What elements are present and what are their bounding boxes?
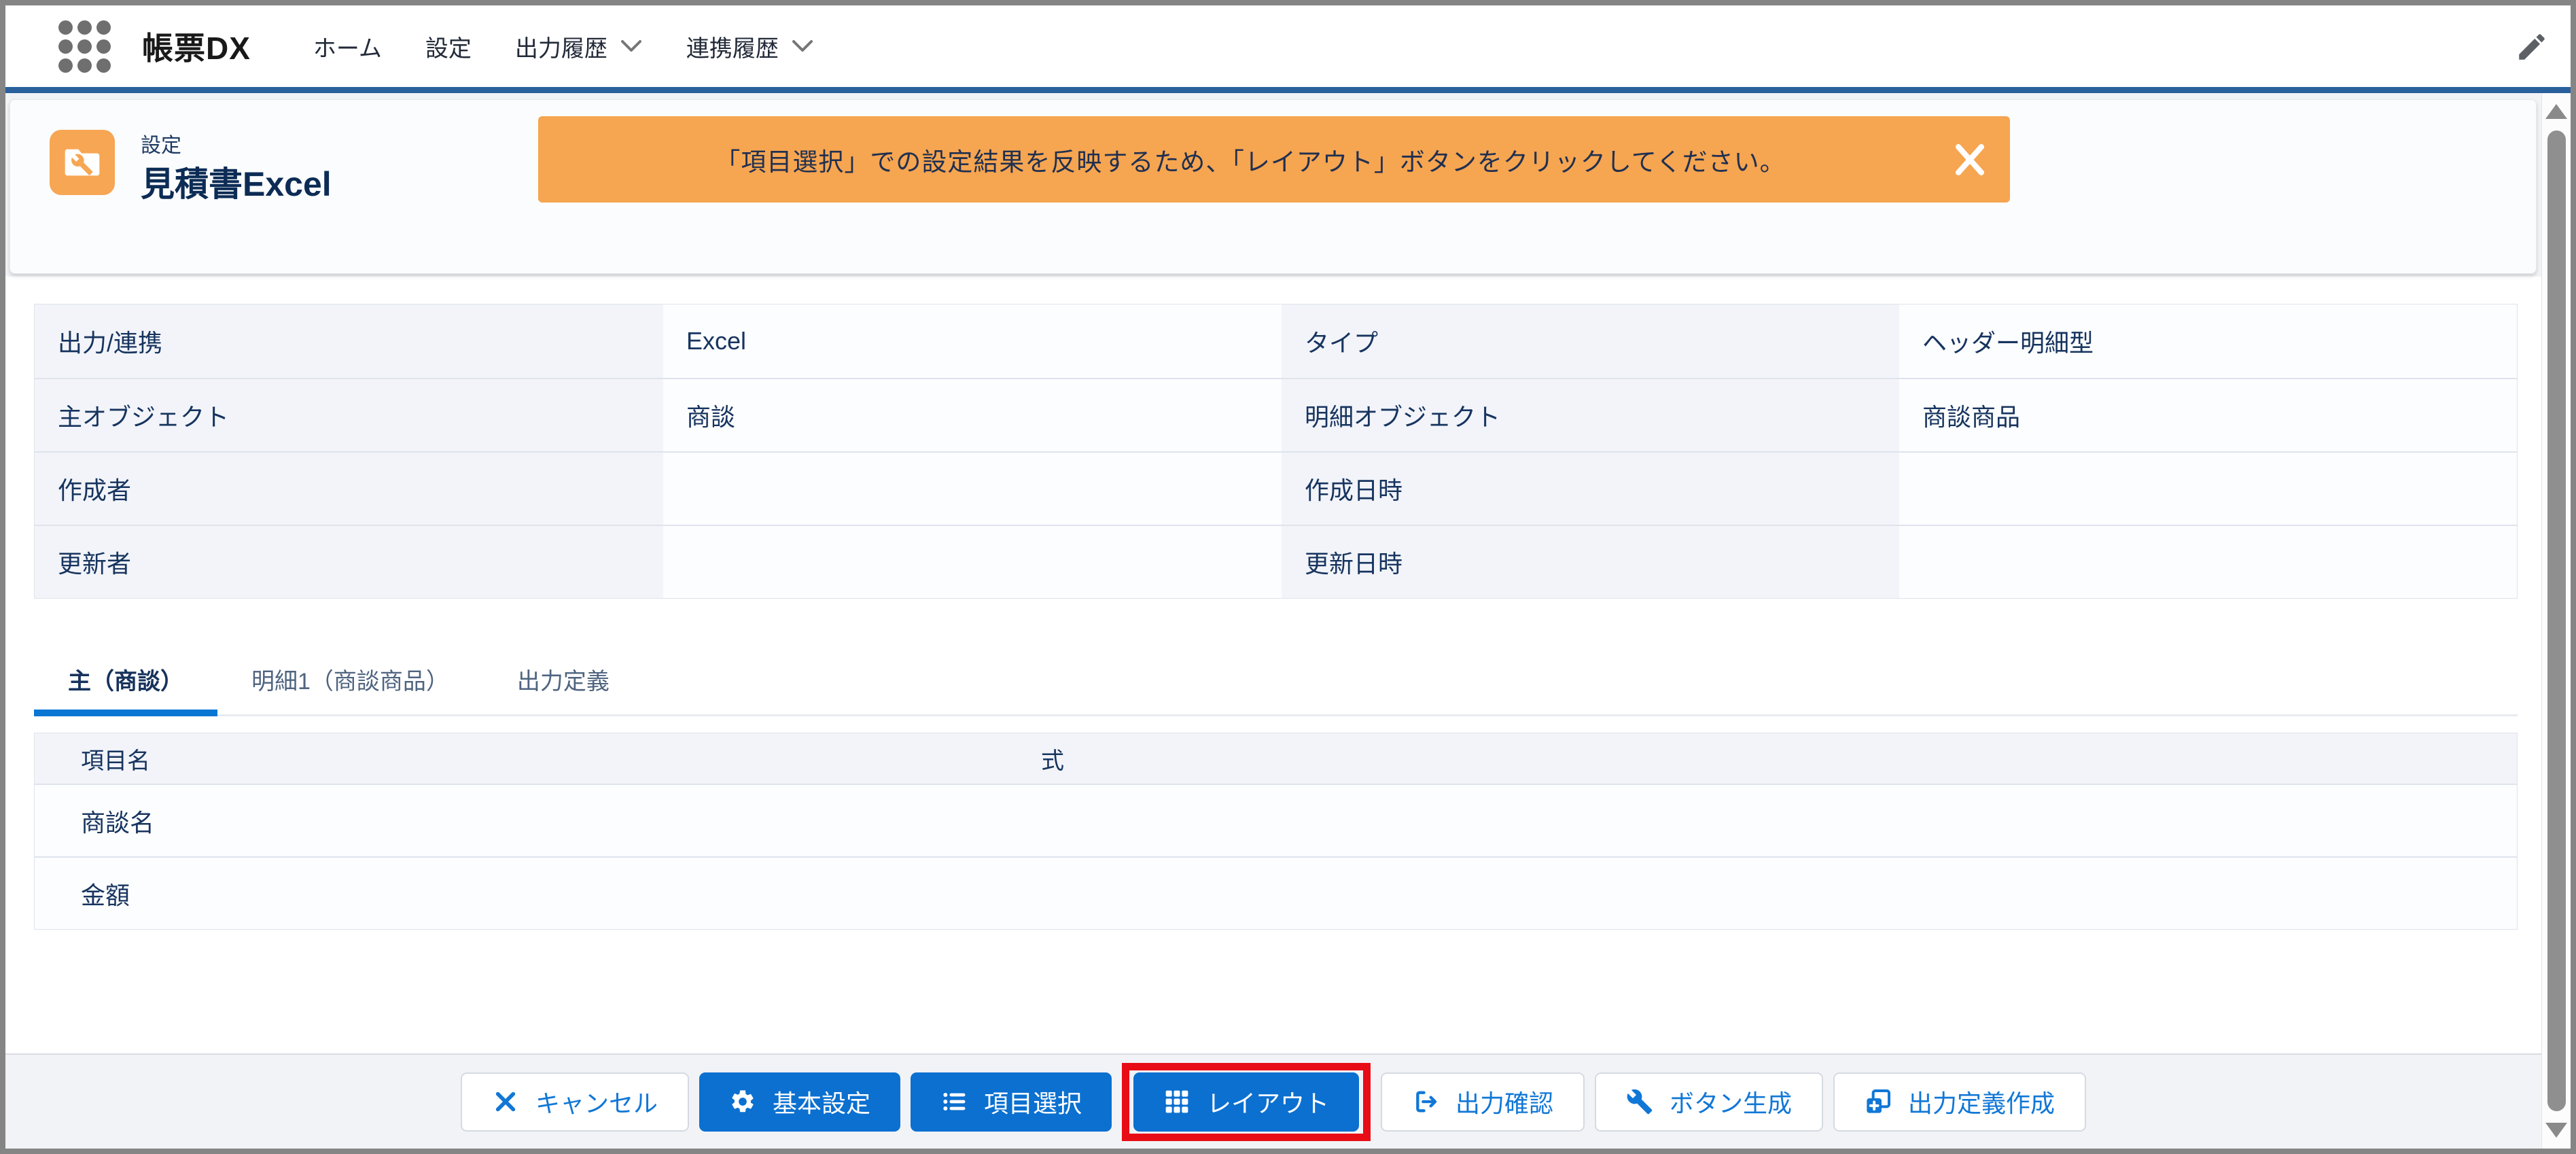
detail-field-value: 商談商品	[1899, 379, 2517, 451]
banner-close-icon[interactable]	[1950, 140, 1990, 179]
table-row: 商談名	[35, 784, 2517, 856]
field-select-button[interactable]: 項目選択	[910, 1072, 1112, 1132]
app-nav: ホーム 設定 出力履歴 連携履歴	[313, 30, 814, 63]
grid-icon	[1165, 1090, 1188, 1113]
brand-accent-line	[5, 87, 2571, 93]
formula-cell	[1007, 785, 2517, 856]
detail-field-value: ヘッダー明細型	[1899, 304, 2517, 378]
button-label: レイアウト	[1206, 1089, 1329, 1117]
record-details: 出力/連携 Excel タイプ ヘッダー明細型 主オブジェクト 商談 明細オブジ…	[34, 304, 2518, 599]
detail-row: 更新者 更新日時	[35, 525, 2517, 598]
nav-item-home[interactable]: ホーム	[313, 30, 382, 63]
layout-button[interactable]: レイアウト	[1133, 1072, 1359, 1132]
global-header: 帳票DX ホーム 設定 出力履歴 連携履歴	[5, 5, 2571, 87]
detail-field-value	[1899, 453, 2517, 525]
page-header-card: 設定 見積書Excel 「項目選択」での設定結果を反映するため、「レイアウト」ボ…	[10, 99, 2537, 274]
app-launcher-icon[interactable]	[58, 20, 111, 73]
tab-output-definition[interactable]: 出力定義	[483, 635, 643, 716]
chevron-down-icon	[620, 40, 641, 52]
detail-field-label: 主オブジェクト	[35, 379, 663, 451]
button-label: キャンセル	[535, 1089, 658, 1117]
field-name-cell: 金額	[81, 881, 130, 909]
bulleted-list-icon	[943, 1093, 966, 1111]
scrollbar-thumb[interactable]	[2547, 130, 2566, 1111]
detail-field-label: 出力/連携	[35, 304, 663, 378]
detail-field-label: 作成者	[35, 453, 663, 525]
detail-field-value	[663, 453, 1282, 525]
formula-cell	[1007, 858, 2517, 929]
scroll-down-arrow-icon[interactable]	[2545, 1123, 2567, 1138]
button-label: 基本設定	[772, 1089, 870, 1117]
button-label: ボタン生成	[1670, 1089, 1793, 1117]
detail-row: 出力/連携 Excel タイプ ヘッダー明細型	[35, 304, 2517, 378]
vertical-scrollbar[interactable]	[2541, 93, 2571, 1149]
nav-item-label: 設定	[425, 35, 472, 62]
detail-field-value	[663, 526, 1282, 598]
scroll-up-arrow-icon[interactable]	[2545, 104, 2567, 119]
action-footer: キャンセル 基本設定 項目選択 レイアウト 出力確認 ボタン生成 出力定義作成	[5, 1053, 2541, 1149]
button-label: 項目選択	[983, 1089, 1082, 1117]
gear-icon	[732, 1090, 754, 1113]
layout-button-highlight-box: レイアウト	[1121, 1062, 1371, 1141]
column-header-formula: 式	[1041, 748, 1064, 774]
field-table: 項目名 式 商談名 金額	[34, 733, 2518, 930]
button-generate-button[interactable]: ボタン生成	[1595, 1072, 1824, 1132]
field-table-header: 項目名 式	[35, 733, 2517, 784]
detail-row: 主オブジェクト 商談 明細オブジェクト 商談商品	[35, 378, 2517, 451]
settings-object-icon	[50, 130, 115, 195]
detail-field-label: 更新者	[35, 526, 663, 598]
export-icon	[1416, 1091, 1437, 1113]
detail-field-label: 更新日時	[1282, 526, 1899, 598]
nav-item-label: 出力履歴	[514, 35, 607, 62]
banner-message: 「項目選択」での設定結果を反映するため、「レイアウト」ボタンをクリックしてくださ…	[715, 147, 1786, 176]
tab-detail1-opportunity-product[interactable]: 明細1（商談商品）	[217, 635, 483, 716]
output-definition-create-button[interactable]: 出力定義作成	[1833, 1072, 2087, 1132]
nav-item-settings[interactable]: 設定	[425, 30, 472, 63]
nav-item-link-history[interactable]: 連携履歴	[686, 30, 814, 63]
detail-field-label: 明細オブジェクト	[1282, 379, 1899, 451]
record-type-label: 設定	[141, 135, 181, 157]
instruction-banner: 「項目選択」での設定結果を反映するため、「レイアウト」ボタンをクリックしてくださ…	[538, 116, 2010, 203]
detail-field-label: タイプ	[1282, 304, 1899, 378]
wrench-icon	[1627, 1089, 1653, 1115]
column-header-field-name: 項目名	[81, 748, 150, 774]
detail-field-label: 作成日時	[1282, 453, 1899, 525]
page-content: 設定 見積書Excel 「項目選択」での設定結果を反映するため、「レイアウト」ボ…	[5, 93, 2571, 1149]
detail-field-value: Excel	[663, 304, 1282, 378]
page-title: 見積書Excel	[141, 165, 332, 203]
chevron-down-icon	[792, 40, 813, 52]
add-definition-icon	[1867, 1089, 1891, 1113]
app-window: 帳票DX ホーム 設定 出力履歴 連携履歴 設定 見積書Excel 「項目選択」…	[0, 0, 2576, 1154]
detail-field-value	[1899, 526, 2517, 598]
button-label: 出力確認	[1455, 1089, 1554, 1117]
cancel-button[interactable]: キャンセル	[460, 1072, 689, 1132]
object-tabs: 主（商談） 明細1（商談商品） 出力定義	[34, 635, 2518, 716]
output-check-button[interactable]: 出力確認	[1381, 1072, 1585, 1132]
table-row: 金額	[35, 856, 2517, 929]
detail-field-value: 商談	[663, 379, 1282, 451]
field-name-cell: 商談名	[81, 808, 155, 837]
button-label: 出力定義作成	[1908, 1089, 2055, 1117]
nav-item-label: ホーム	[313, 35, 382, 62]
basic-settings-button[interactable]: 基本設定	[699, 1072, 900, 1132]
tab-main-opportunity[interactable]: 主（商談）	[34, 635, 217, 716]
nav-item-label: 連携履歴	[686, 35, 779, 62]
detail-row: 作成者 作成日時	[35, 451, 2517, 525]
app-name: 帳票DX	[142, 31, 251, 66]
close-icon	[495, 1091, 516, 1112]
edit-pencil-icon[interactable]	[2515, 30, 2549, 64]
main-region: 設定 見積書Excel 「項目選択」での設定結果を反映するため、「レイアウト」ボ…	[5, 93, 2541, 1149]
nav-item-output-history[interactable]: 出力履歴	[515, 30, 643, 63]
